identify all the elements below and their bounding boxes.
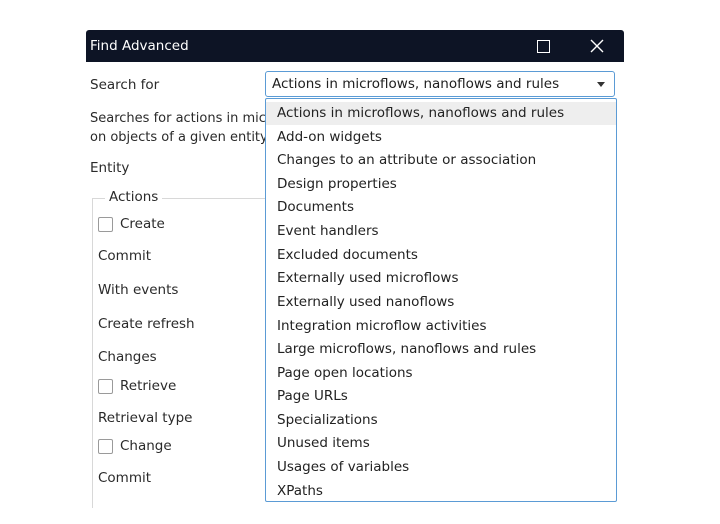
option-usages-of-variables[interactable]: Usages of variables <box>266 456 616 479</box>
option-integration-microflow-activities[interactable]: Integration microflow activities <box>266 315 616 338</box>
option-design-properties[interactable]: Design properties <box>266 173 616 196</box>
option-excluded-documents[interactable]: Excluded documents <box>266 244 616 267</box>
option-changes-to-attribute[interactable]: Changes to an attribute or association <box>266 149 616 172</box>
option-add-on-widgets[interactable]: Add-on widgets <box>266 126 616 149</box>
create-label: Create <box>120 216 165 232</box>
search-for-selected-value: Actions in microflows, nanoflows and rul… <box>272 76 560 92</box>
entity-label: Entity <box>90 160 130 176</box>
search-description-line-1: Searches for actions in micr <box>90 111 272 126</box>
option-documents[interactable]: Documents <box>266 196 616 219</box>
maximize-icon[interactable] <box>534 37 552 55</box>
actions-group-legend: Actions <box>105 189 163 205</box>
title-bar: Find Advanced <box>86 30 624 62</box>
changes-label: Changes <box>98 349 157 365</box>
create-checkbox[interactable] <box>98 217 113 232</box>
search-for-dropdown-list: Actions in microflows, nanoflows and rul… <box>265 98 617 502</box>
change-label: Change <box>120 438 172 454</box>
chevron-down-icon[interactable] <box>597 82 605 87</box>
option-xpaths[interactable]: XPaths <box>266 480 616 503</box>
option-unused-items[interactable]: Unused items <box>266 432 616 455</box>
retrieval-type-label: Retrieval type <box>98 410 193 426</box>
create-refresh-label: Create refresh <box>98 316 195 332</box>
option-specializations[interactable]: Specializations <box>266 409 616 432</box>
option-page-urls[interactable]: Page URLs <box>266 385 616 408</box>
search-description: Searches for actions in micr on objects … <box>90 109 271 147</box>
close-icon[interactable] <box>588 37 606 55</box>
search-for-label: Search for <box>90 77 160 93</box>
search-for-select[interactable]: Actions in microflows, nanoflows and rul… <box>265 71 615 97</box>
option-large-microflows[interactable]: Large microflows, nanoflows and rules <box>266 338 616 361</box>
option-page-open-locations[interactable]: Page open locations <box>266 362 616 385</box>
change-checkbox[interactable] <box>98 439 113 454</box>
commit-label-2: Commit <box>98 470 152 486</box>
option-externally-used-nanoflows[interactable]: Externally used nanoflows <box>266 291 616 314</box>
option-event-handlers[interactable]: Event handlers <box>266 220 616 243</box>
with-events-label: With events <box>98 282 179 298</box>
window-title: Find Advanced <box>90 38 189 54</box>
retrieve-checkbox[interactable] <box>98 379 113 394</box>
commit-label: Commit <box>98 248 152 264</box>
retrieve-label: Retrieve <box>120 378 177 394</box>
search-description-line-2: on objects of a given entity <box>90 130 268 145</box>
option-actions-in-microflows[interactable]: Actions in microflows, nanoflows and rul… <box>266 102 616 125</box>
option-externally-used-microflows[interactable]: Externally used microflows <box>266 267 616 290</box>
